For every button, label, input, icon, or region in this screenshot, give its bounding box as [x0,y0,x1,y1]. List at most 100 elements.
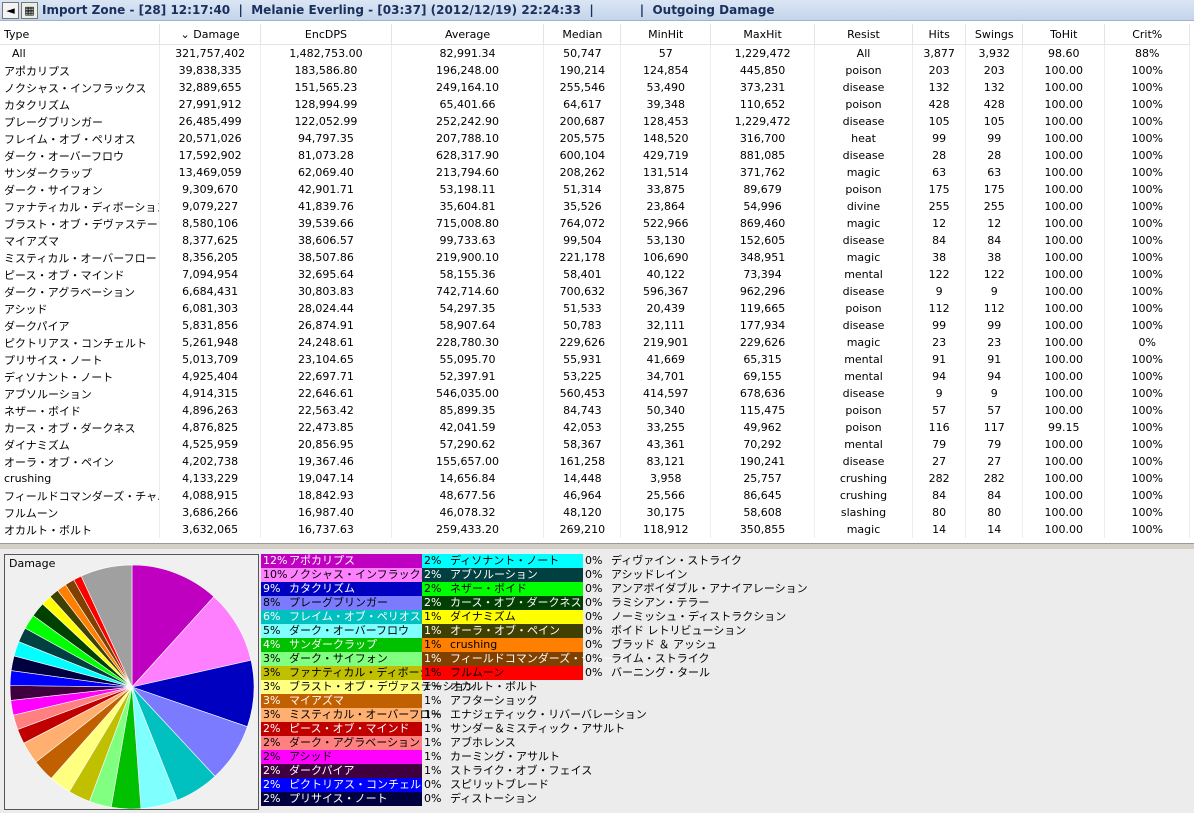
table-row[interactable]: アポカリプス 39,838,335 183,586.80 196,248.00 190,… [0,62,1190,79]
table-cell-damage: 8,377,625 [159,232,262,249]
table-cell-type: アシッド [0,300,161,317]
column-header-hits[interactable]: Hits [912,24,967,45]
table-cell-average: 249,164.10 [391,79,545,96]
column-header-crit-[interactable]: Crit% [1104,24,1190,45]
table-row[interactable]: ブラスト・オブ・デヴァステーシ...8,580,10639,539.66715,… [0,215,1190,232]
table-row[interactable]: ネザー・ボイド 4,896,263 22,563.42 85,899.35 84,743… [0,402,1190,419]
legend-item: 0% ノーミッシュ・ディストラクション [583,610,801,624]
table-row[interactable]: ミスティカル・オーバーフロー 8,356,205 38,507.86 219,900.… [0,249,1190,266]
table-row[interactable]: アブソルーション 4,914,315 22,646.61 546,035.00 560,… [0,385,1190,402]
table-row[interactable]: ダーク・サイフォン 9,309,670 42,901.71 53,198.11 51,3… [0,181,1190,198]
table-cell-damage: 4,202,738 [159,453,262,470]
legend-item: 0% スピリットブレード [422,778,583,792]
table-cell-damage: 4,925,404 [159,368,262,385]
table-cell-minhit: 148,520 [620,130,712,147]
column-header-resist[interactable]: Resist [814,24,913,45]
column-header-median[interactable]: Median [543,24,622,45]
table-cell-resist: disease [814,385,913,402]
legend-name: ピクトリアス・コンチェルト [289,778,432,791]
legend-percent: 1% [424,722,442,735]
table-row[interactable]: ダイナミズム 4,525,959 20,856.95 57,290.62 58,367 4… [0,436,1190,453]
table-row[interactable]: ノクシャス・インフラックス 32,889,655 151,565.23 249,164… [0,79,1190,96]
back-arrow-icon[interactable]: ◄ [2,2,19,19]
graph-icon[interactable]: ▦ [21,2,38,19]
table-cell-hits: 175 [912,181,967,198]
column-header-maxhit[interactable]: MaxHit [710,24,816,45]
table-cell-crit-: 100% [1104,181,1190,198]
column-header-type[interactable]: Type [0,24,161,45]
table-cell-crit-: 100% [1104,232,1190,249]
table-row[interactable]: ピース・オブ・マインド 7,094,954 32,695.64 58,155.36 58… [0,266,1190,283]
table-cell-maxhit: 177,934 [710,317,816,334]
table-cell-swings: 14 [965,521,1024,538]
column-header-encdps[interactable]: EncDPS [260,24,392,45]
legend-percent: 2% [424,596,442,609]
table-row[interactable]: サンダークラップ 13,469,059 62,069.40 213,794.60 208… [0,164,1190,181]
table-cell-maxhit: 65,315 [710,351,816,368]
table-row[interactable]: カース・オブ・ダークネス 4,876,825 22,473.85 42,041.59 4… [0,419,1190,436]
table-cell-average: 65,401.66 [391,96,545,113]
table-cell-tohit: 100.00 [1022,300,1106,317]
table-row[interactable]: プリサイス・ノート 5,013,709 23,104.65 55,095.70 55,9… [0,351,1190,368]
table-cell-encdps: 19,367.46 [260,453,392,470]
table-cell-encdps: 81,073.28 [260,147,392,164]
table-row[interactable]: フルムーン 3,686,266 16,987.40 46,078.32 48,120 30… [0,504,1190,521]
table-row[interactable]: ファナティカル・ディボーション 9,079,227 41,839.76 35,604.… [0,198,1190,215]
table-cell-encdps: 151,565.23 [260,79,392,96]
table-cell-crit-: 100% [1104,385,1190,402]
column-header-label: MaxHit [743,27,782,41]
table-row[interactable]: ダーク・オーバーフロウ 17,592,902 81,073.28 628,317.90… [0,147,1190,164]
column-header-minhit[interactable]: MinHit [620,24,712,45]
table-cell-swings: 9 [965,283,1024,300]
table-row[interactable]: カタクリズム 27,991,912 128,994.99 65,401.66 64,61… [0,96,1190,113]
table-cell-hits: 105 [912,113,967,130]
legend-percent: 0% [585,638,603,651]
table-cell-median: 269,210 [543,521,622,538]
legend-percent: 2% [263,736,281,749]
table-row[interactable]: オカルト・ボルト 3,632,065 16,737.63 259,433.20 269,… [0,521,1190,538]
legend-name: アンアボイダブル・アナイアレーション [611,582,808,595]
table-cell-swings: 57 [965,402,1024,419]
table-cell-swings: 428 [965,96,1024,113]
table-row[interactable]: crushing 4,133,229 19,047.14 14,656.84 14,44… [0,470,1190,487]
table-cell-encdps: 94,797.35 [260,130,392,147]
table-row[interactable]: ダーク・アグラベーション 6,684,431 30,803.83 742,714.60… [0,283,1190,300]
table-row[interactable]: フィールドコマンダーズ・チャ... 4,088,915 18,842.93 48,67… [0,487,1190,504]
table-row[interactable]: ディソナント・ノート 4,925,404 22,697.71 52,397.91 53,… [0,368,1190,385]
table-row[interactable]: オーラ・オブ・ペイン 4,202,738 19,367.46 155,657.00 16… [0,453,1190,470]
table-row[interactable]: マイアズマ 8,377,625 38,606.57 99,733.63 99,504 53… [0,232,1190,249]
table-cell-hits: 99 [912,317,967,334]
table-row[interactable]: フレイム・オブ・ペリオス 20,571,026 94,797.35 207,788.1… [0,130,1190,147]
table-cell-maxhit: 73,394 [710,266,816,283]
table-row[interactable]: ピクトリアス・コンチェルト 5,261,948 24,248.61 228,780.3… [0,334,1190,351]
table-row[interactable]: All 321,757,402 1,482,753.00 82,991.34 50,74… [0,44,1190,62]
table-cell-minhit: 43,361 [620,436,712,453]
table-cell-type: ディソナント・ノート [0,368,161,385]
column-header-average[interactable]: Average [391,24,545,45]
table-cell-minhit: 23,864 [620,198,712,215]
legend-name: アブソルーション [450,568,538,581]
graph-panel: Damage 12% アポカリプス 10% ノクシャス・インフラックス 9% カタクリズム… [0,549,1194,813]
column-header-tohit[interactable]: ToHit [1022,24,1106,45]
table-cell-average: 14,656.84 [391,470,545,487]
column-header-damage[interactable]: ⌄ Damage [159,24,262,45]
table-cell-tohit: 100.00 [1022,62,1106,79]
legend-name: オカルト・ボルト [450,680,538,693]
table-cell-damage: 321,757,402 [159,44,262,62]
column-header-swings[interactable]: Swings [965,24,1024,45]
legend-item: 0% ボイド レトリビューション [583,624,801,638]
table-cell-maxhit: 54,996 [710,198,816,215]
table-cell-maxhit: 115,475 [710,402,816,419]
table-cell-encdps: 32,695.64 [260,266,392,283]
legend-percent: 4% [263,638,281,651]
table-cell-minhit: 25,566 [620,487,712,504]
legend-percent: 2% [424,582,442,595]
table-cell-resist: disease [814,147,913,164]
legend-item: 2% ピクトリアス・コンチェルト [261,778,432,792]
table-cell-encdps: 30,803.83 [260,283,392,300]
table-row[interactable]: ダークパイア 5,831,856 26,874.91 58,907.64 50,783 3… [0,317,1190,334]
table-row[interactable]: アシッド 6,081,303 28,024.44 54,297.35 51,533 20,… [0,300,1190,317]
table-cell-maxhit: 152,605 [710,232,816,249]
table-cell-resist: mental [814,266,913,283]
table-row[interactable]: プレーグブリンガー 26,485,499 122,052.99 252,242.90 2… [0,113,1190,130]
